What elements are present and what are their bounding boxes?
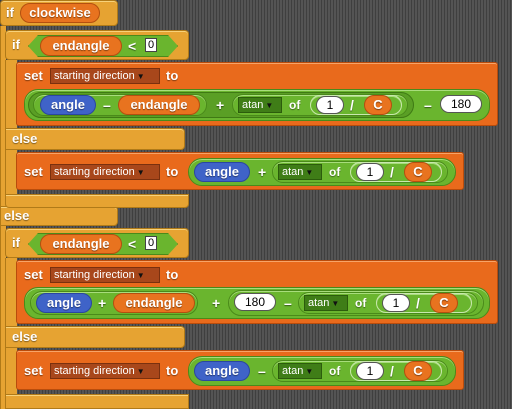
dropdown-starting-direction-4[interactable]: starting direction ▼ [50, 363, 160, 379]
number-slot-180[interactable]: 180 [234, 293, 276, 311]
var-endangle[interactable]: endangle [40, 36, 122, 56]
dropdown-arrow-icon: ▼ [136, 168, 145, 177]
var-clockwise[interactable]: clockwise [20, 3, 100, 23]
keyword-set-3: set [24, 267, 43, 282]
minus-operator: – [424, 97, 432, 113]
keyword-to-4: to [166, 363, 179, 378]
dropdown-atan-1[interactable]: atan ▼ [238, 97, 282, 113]
if-end-1 [5, 194, 189, 208]
number-slot-one[interactable]: 1 [382, 294, 410, 312]
var-c[interactable]: C [430, 293, 458, 313]
dropdown-label: starting direction [54, 70, 135, 82]
keyword-of: of [289, 98, 301, 112]
minus-operator: – [103, 97, 111, 113]
dropdown-atan-2[interactable]: atan ▼ [278, 164, 322, 180]
plus-operator: + [258, 164, 267, 180]
number-slot-180[interactable]: 180 [440, 95, 482, 113]
var-endangle[interactable]: endangle [118, 95, 200, 115]
dropdown-label: atan [282, 166, 304, 178]
dropdown-arrow-icon: ▼ [136, 72, 145, 81]
keyword-else-outer: else [4, 208, 30, 223]
dropdown-label: starting direction [54, 269, 135, 281]
divide-operator: / [416, 295, 420, 311]
dropdown-starting-direction-3[interactable]: starting direction ▼ [50, 267, 160, 283]
lt-operator: < [128, 38, 137, 54]
dropdown-label: starting direction [54, 166, 135, 178]
keyword-else-2: else [12, 329, 38, 344]
var-c[interactable]: C [404, 361, 432, 381]
plus-operator: + [216, 97, 225, 113]
keyword-to-2: to [166, 164, 179, 179]
dropdown-arrow-icon: ▼ [136, 271, 145, 280]
dropdown-starting-direction-2[interactable]: starting direction ▼ [50, 164, 160, 180]
var-c[interactable]: C [364, 95, 392, 115]
number-slot-one[interactable]: 1 [356, 362, 384, 380]
keyword-set-1: set [24, 68, 43, 83]
divide-operator: / [350, 97, 354, 113]
number-slot-one[interactable]: 1 [356, 163, 384, 181]
var-endangle[interactable]: endangle [40, 234, 122, 254]
dropdown-arrow-icon: ▼ [265, 101, 274, 110]
var-angle[interactable]: angle [36, 293, 92, 313]
divide-operator: / [390, 164, 394, 180]
var-angle[interactable]: angle [40, 95, 96, 115]
keyword-of: of [329, 364, 341, 378]
dropdown-label: atan [282, 365, 304, 377]
var-c[interactable]: C [404, 162, 432, 182]
plus-operator: + [212, 295, 221, 311]
keyword-if-1: if [12, 37, 20, 52]
dropdown-label: atan [242, 99, 264, 111]
number-slot-one[interactable]: 1 [316, 96, 344, 114]
divide-operator: / [390, 363, 394, 379]
number-slot-zero[interactable]: 0 [145, 236, 157, 250]
dropdown-arrow-icon: ▼ [305, 367, 314, 376]
minus-operator: – [284, 295, 292, 311]
dropdown-label: atan [308, 297, 330, 309]
keyword-if-2: if [12, 235, 20, 250]
dropdown-starting-direction-1[interactable]: starting direction ▼ [50, 68, 160, 84]
plus-operator: + [98, 295, 107, 311]
dropdown-atan-3[interactable]: atan ▼ [304, 295, 348, 311]
keyword-to-3: to [166, 267, 179, 282]
keyword-if: if [6, 5, 14, 20]
keyword-else-1: else [12, 131, 38, 146]
keyword-set-2: set [24, 164, 43, 179]
dropdown-arrow-icon: ▼ [305, 168, 314, 177]
number-slot-zero[interactable]: 0 [145, 38, 157, 52]
lt-operator: < [128, 236, 137, 252]
keyword-of: of [329, 165, 341, 179]
keyword-set-4: set [24, 363, 43, 378]
var-angle[interactable]: angle [194, 361, 250, 381]
if-end-2 [5, 394, 189, 409]
keyword-of: of [355, 296, 367, 310]
dropdown-arrow-icon: ▼ [331, 299, 340, 308]
var-endangle[interactable]: endangle [113, 293, 195, 313]
dropdown-arrow-icon: ▼ [136, 367, 145, 376]
dropdown-atan-4[interactable]: atan ▼ [278, 363, 322, 379]
var-angle[interactable]: angle [194, 162, 250, 182]
keyword-to-1: to [166, 68, 179, 83]
minus-operator: – [258, 363, 266, 379]
dropdown-label: starting direction [54, 365, 135, 377]
